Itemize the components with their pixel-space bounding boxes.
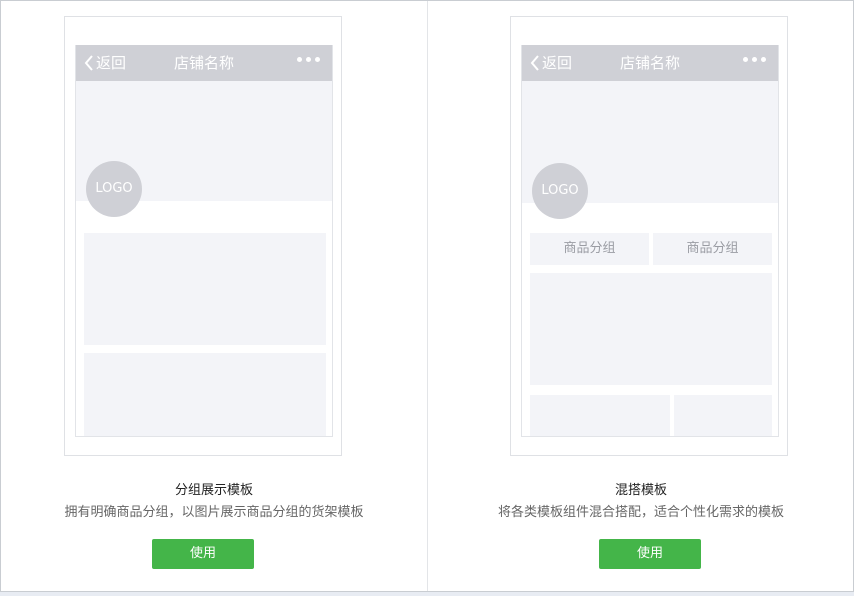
template-preview: 返回 店铺名称 LOGO 商品分组 商品分组	[510, 16, 788, 456]
template-description: 将各类模板组件混合搭配，适合个性化需求的模板	[497, 505, 784, 520]
ellipsis-icon	[743, 57, 766, 62]
template-preview: 返回 店铺名称 LOGO	[64, 16, 342, 456]
group-image-placeholder	[84, 353, 326, 436]
use-template-button[interactable]: 使用	[599, 539, 701, 569]
product-group-tab: 商品分组	[530, 233, 649, 265]
product-image-placeholder	[530, 395, 670, 436]
phone-mockup: 返回 店铺名称 LOGO	[75, 45, 333, 437]
use-template-button[interactable]: 使用	[152, 539, 254, 569]
phone-mockup: 返回 店铺名称 LOGO 商品分组 商品分组	[521, 45, 779, 437]
logo-placeholder: LOGO	[86, 161, 142, 217]
preview-navbar: 返回 店铺名称	[76, 45, 332, 81]
template-title: 混搭模板	[614, 483, 667, 498]
bottom-strip	[0, 592, 854, 596]
shop-name: 店铺名称	[619, 54, 680, 72]
logo-placeholder: LOGO	[532, 163, 588, 219]
group-image-placeholder	[84, 233, 326, 345]
ellipsis-icon	[297, 57, 320, 62]
preview-navbar: 返回 店铺名称	[522, 45, 778, 81]
shop-name: 店铺名称	[173, 54, 234, 72]
product-group-tab: 商品分组	[653, 233, 772, 265]
product-image-placeholder	[530, 273, 772, 385]
template-card-group-display: 返回 店铺名称 LOGO 分组展示模板 拥有明确商品分组，以图片展示商品分组的货…	[1, 1, 427, 591]
template-card-mixed: 返回 店铺名称 LOGO 商品分组 商品分组 混搭模板 将各类模板组件混合搭配，…	[428, 1, 854, 591]
template-description: 拥有明确商品分组，以图片展示商品分组的货架模板	[64, 505, 364, 520]
template-title: 分组展示模板	[174, 483, 253, 498]
product-image-placeholder	[674, 395, 772, 436]
